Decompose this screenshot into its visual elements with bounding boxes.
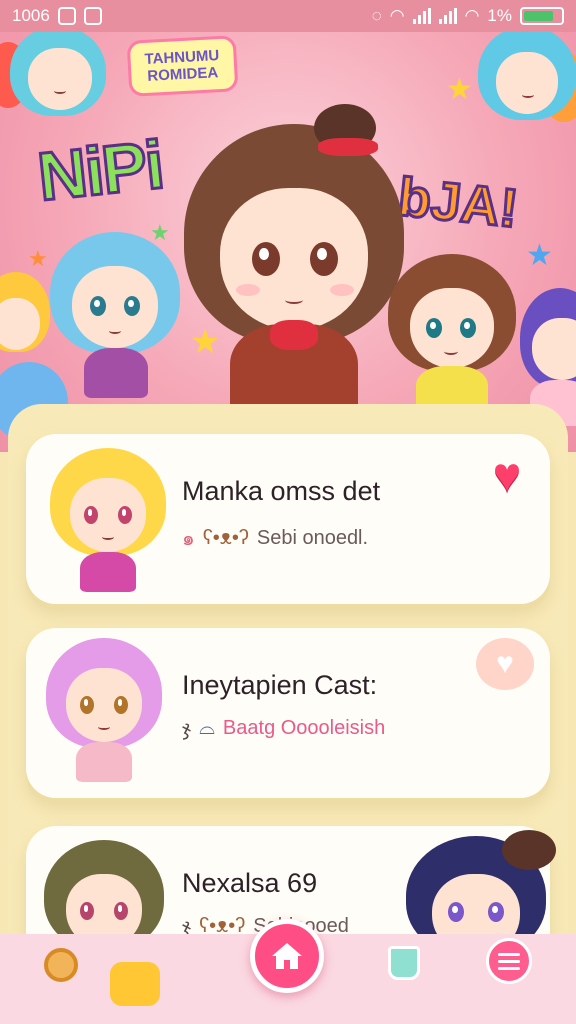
character-rainbow-right (478, 32, 576, 126)
character-blue-hair (50, 232, 180, 402)
favorite-heart-button[interactable]: ♥ (476, 638, 534, 690)
card-title: Nexalsa 69 (182, 868, 318, 898)
home-button[interactable] (250, 919, 324, 993)
heart-icon: ♥ (492, 448, 522, 502)
signal-icon-2 (438, 8, 457, 24)
card-avatar-pink (46, 638, 162, 788)
card-subtitle-row: ๑ ʕ•ᴥ•ʔ Sebi onoedl. (182, 522, 368, 554)
card-avatar-yellow (50, 448, 166, 594)
wifi-icon-2: ◠ (464, 6, 480, 25)
logo-text-left: NiPi (33, 125, 168, 217)
cloche-icon: ⌓ (199, 717, 215, 739)
card-subtitle-row: ჯ ⌓ Baatg Ooooleisish (182, 716, 385, 741)
star-icon: ★ (526, 239, 553, 272)
lollipop-icon: ๑ (182, 528, 195, 550)
character-card[interactable]: Ineytapien Cast: ჯ ⌓ Baatg Ooooleisish ♥ (26, 628, 550, 798)
character-yellow-edge (0, 272, 50, 362)
sticker-line-2: ROMIDEA (146, 64, 219, 85)
favorite-heart-button[interactable]: ♥ (478, 446, 536, 504)
character-right-brown (388, 254, 516, 414)
drink-cup-icon[interactable] (388, 946, 420, 980)
character-main-brown (184, 104, 404, 424)
utensil-icon: ჯ (182, 718, 192, 740)
battery-icon (520, 7, 564, 25)
card-title: Manka omss det (182, 476, 381, 506)
status-time: 1006 (12, 6, 50, 25)
character-card[interactable]: Manka omss det ๑ ʕ•ᴥ•ʔ Sebi onoedl. ♥ (26, 434, 550, 604)
pretzel-icon[interactable] (44, 948, 78, 982)
title-sticker: TAHNUMU ROMIDEA (126, 35, 239, 97)
star-icon: ★ (446, 73, 473, 106)
star-wand-icon: ★ (190, 323, 221, 361)
status-bar: 1006 ◌ ◠ ◠ 1% (0, 0, 576, 32)
menu-icon (498, 952, 520, 956)
logo-text-right: bJA! (394, 165, 523, 240)
card-title: Ineytapien Cast: (182, 670, 378, 700)
candy-jar-icon[interactable] (110, 962, 160, 1006)
card-subtitle: Sebi onoedl. (256, 526, 369, 549)
alarm-icon: ◌ (371, 6, 382, 25)
notification-icon (57, 7, 76, 25)
card-subtitle: Baatg Ooooleisish (222, 717, 386, 739)
wifi-icon: ◠ (389, 6, 405, 25)
hero-banner: TAHNUMU ROMIDEA NiPi bJA! ★ ★ ★ ★ ★ (0, 32, 576, 452)
bear-icon: ʕ•ᴥ•ʔ (202, 526, 249, 549)
home-icon (272, 943, 302, 969)
heart-outline-icon: ♥ (496, 647, 514, 680)
battery-percent: 1% (487, 6, 512, 25)
star-icon: ★ (28, 246, 48, 271)
character-rainbow (10, 32, 106, 122)
app-notification-icon (83, 7, 102, 25)
menu-button[interactable] (486, 938, 532, 984)
signal-icon (412, 8, 431, 24)
